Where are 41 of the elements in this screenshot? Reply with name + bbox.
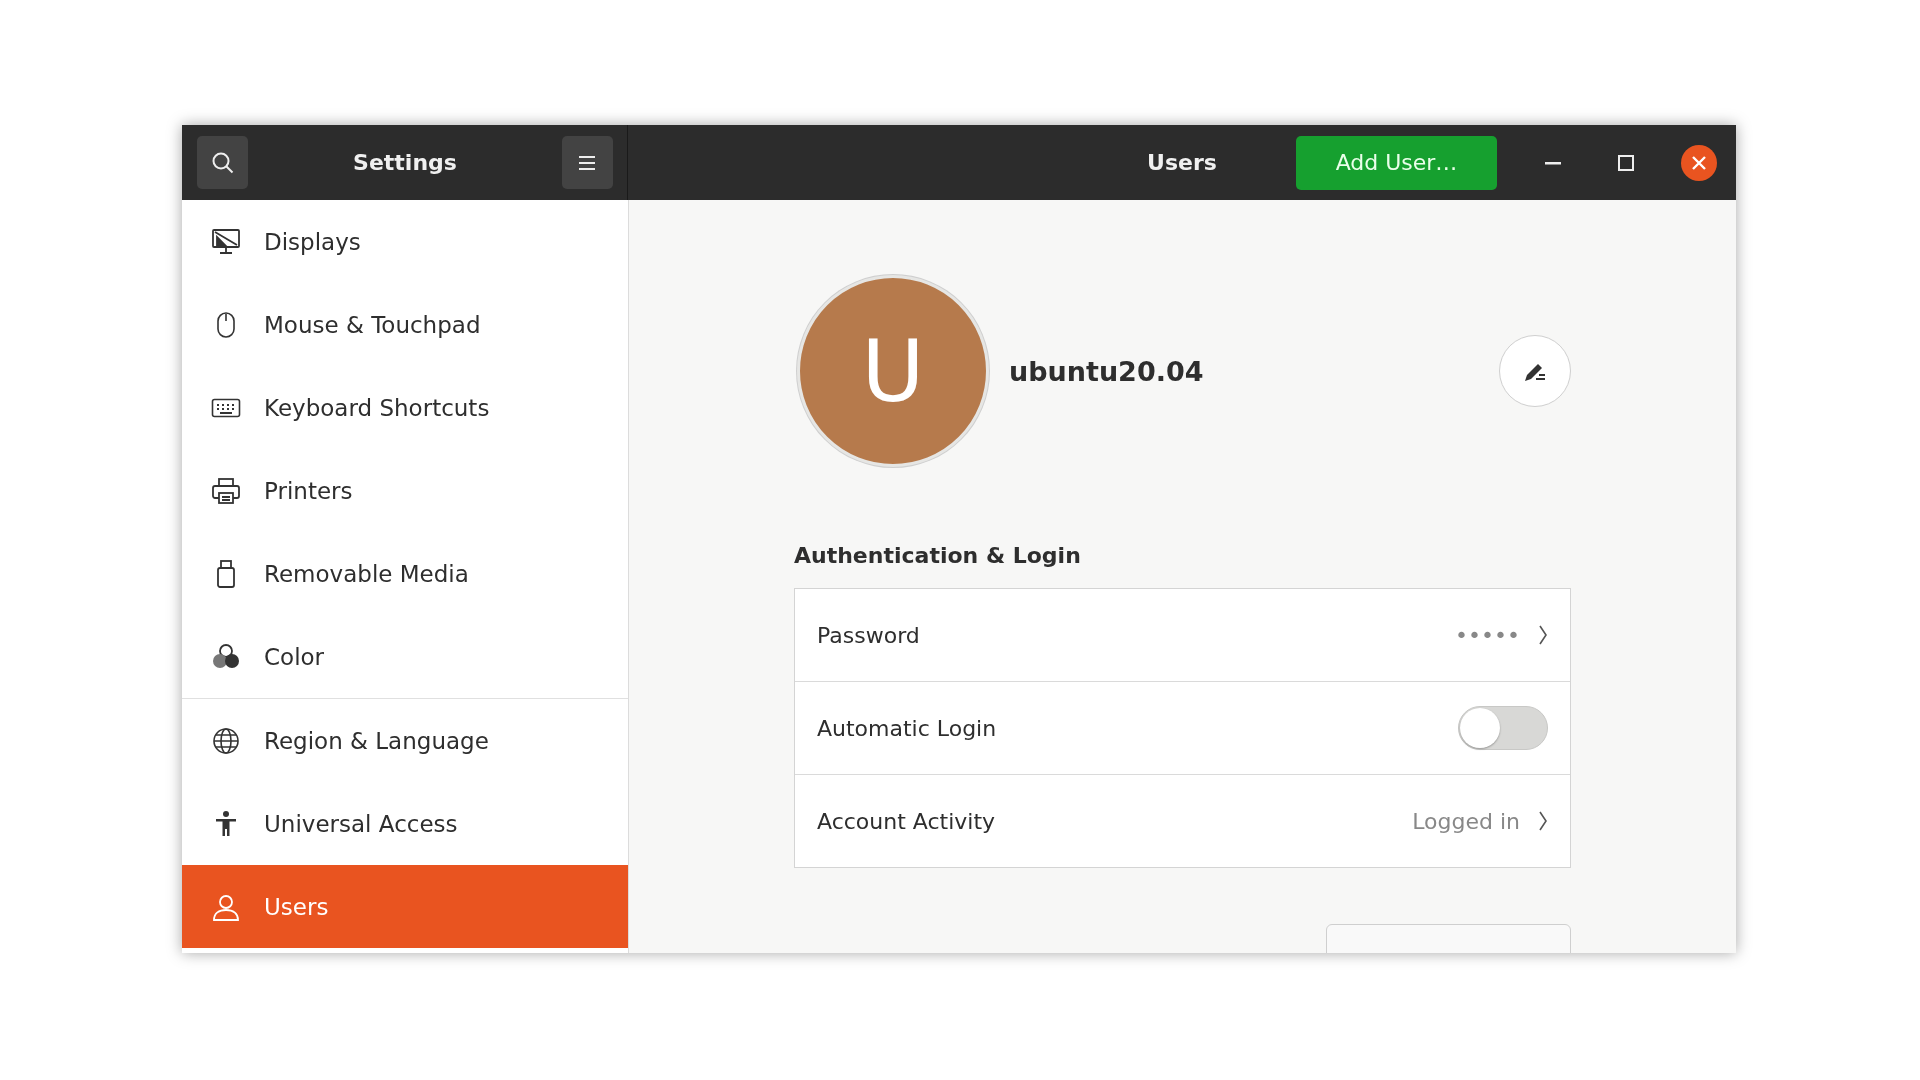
sidebar-item[interactable]: Users xyxy=(182,865,628,948)
globe-icon xyxy=(212,726,240,755)
sidebar-item[interactable]: Universal Access xyxy=(182,782,628,865)
row-value: ••••• xyxy=(1455,622,1520,648)
sidebar-item[interactable]: Mouse & Touchpad xyxy=(182,283,628,366)
sidebar-item[interactable]: Color xyxy=(182,615,628,698)
sidebar-item[interactable]: Printers xyxy=(182,449,628,532)
row-value: Logged in xyxy=(1412,808,1520,834)
menu-icon xyxy=(577,153,598,172)
search-button[interactable] xyxy=(197,136,248,189)
accessibility-icon xyxy=(214,809,238,838)
row-label: Account Activity xyxy=(817,808,997,834)
sidebar-item[interactable]: Keyboard Shortcuts xyxy=(182,366,628,449)
section-heading: Authentication & Login xyxy=(794,543,1082,568)
printer-icon xyxy=(211,476,241,505)
mouse-icon xyxy=(216,310,236,339)
menu-button[interactable] xyxy=(562,136,613,189)
username: ubuntu20.04 xyxy=(1009,355,1205,387)
monitor-icon xyxy=(211,227,241,256)
page-title: Users xyxy=(1147,150,1217,175)
person-icon xyxy=(212,892,240,921)
row-label: Automatic Login xyxy=(817,715,998,741)
usb-drive-icon xyxy=(216,558,236,589)
settings-row[interactable]: Account Activity Logged in xyxy=(795,775,1570,867)
row-label: Password xyxy=(817,622,921,648)
keyboard-icon xyxy=(211,397,241,418)
sidebar-item[interactable]: Region & Language xyxy=(182,699,628,782)
chevron-icon xyxy=(1538,624,1548,646)
maximize-icon xyxy=(1618,154,1634,171)
sidebar-item[interactable]: Removable Media xyxy=(182,532,628,615)
minimize-icon xyxy=(1545,160,1561,165)
sidebar-item[interactable]: Displays xyxy=(182,200,628,283)
toggle-switch[interactable] xyxy=(1458,706,1548,750)
window-title: Settings xyxy=(353,150,457,175)
chevron-icon xyxy=(1538,810,1548,832)
color-circles-icon xyxy=(211,642,241,671)
settings-row[interactable]: Automatic Login xyxy=(795,682,1570,774)
settings-row[interactable]: Password ••••• xyxy=(795,589,1570,681)
user-avatar[interactable]: U xyxy=(797,275,989,467)
close-icon xyxy=(1681,144,1717,181)
search-icon xyxy=(210,150,235,175)
